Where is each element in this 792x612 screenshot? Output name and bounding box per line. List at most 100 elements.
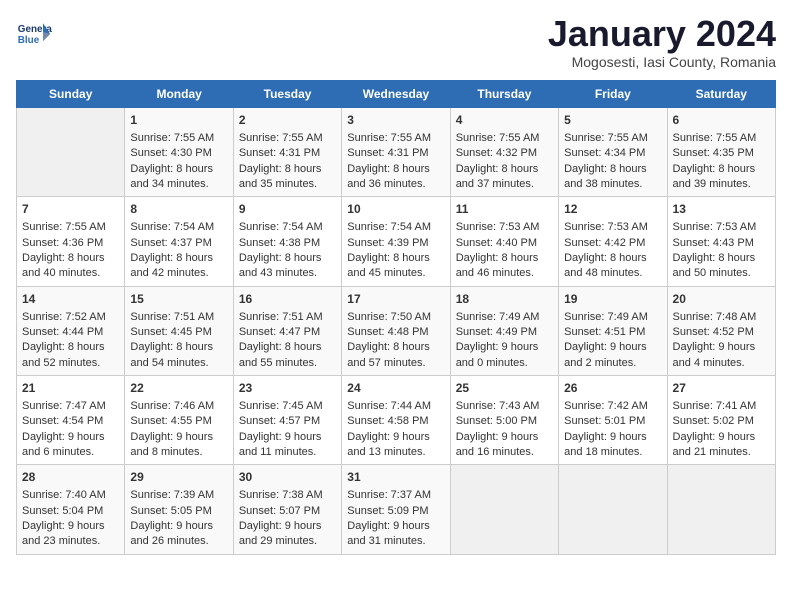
svg-text:Blue: Blue [18,35,40,46]
day-info: and 29 minutes. [239,534,336,549]
day-info: Daylight: 8 hours [22,340,119,355]
day-info: Daylight: 8 hours [347,251,444,266]
day-info: Sunrise: 7:41 AM [673,399,770,414]
day-info: Sunset: 4:31 PM [239,146,336,161]
day-info: Sunset: 5:01 PM [564,414,661,429]
calendar-cell: 24Sunrise: 7:44 AMSunset: 4:58 PMDayligh… [342,376,450,465]
calendar-cell: 27 Sunrise: 7:41 AMSunset: 5:02 PMDayligh… [667,376,775,465]
day-info: Daylight: 8 hours [673,251,770,266]
calendar-cell: 9Sunrise: 7:54 AMSunset: 4:38 PMDaylight… [233,197,341,286]
day-info: Daylight: 9 hours [564,340,661,355]
day-info: and 2 minutes. [564,356,661,371]
calendar-cell: 11Sunrise: 7:53 AMSunset: 4:40 PMDayligh… [450,197,558,286]
day-info: and 40 minutes. [22,266,119,281]
day-header-monday: Monday [125,81,233,108]
calendar-cell: 23Sunrise: 7:45 AMSunset: 4:57 PMDayligh… [233,376,341,465]
day-info: Sunset: 4:43 PM [673,236,770,251]
day-number: 31 [347,469,444,486]
day-info: Daylight: 8 hours [564,251,661,266]
day-info: and 16 minutes. [456,445,553,460]
day-info: Sunrise: 7:39 AM [130,488,227,503]
day-number: 27 [673,380,770,397]
day-info: Daylight: 9 hours [673,340,770,355]
day-number: 21 [22,380,119,397]
day-number: 17 [347,291,444,308]
day-info: and 23 minutes. [22,534,119,549]
day-info: Sunrise: 7:38 AM [239,488,336,503]
month-title: January 2024 [548,16,776,52]
day-info: Daylight: 9 hours [673,430,770,445]
day-info: and 43 minutes. [239,266,336,281]
day-info: Daylight: 8 hours [239,251,336,266]
day-info: Sunrise: 7:55 AM [130,131,227,146]
week-row-5: 28Sunrise: 7:40 AMSunset: 5:04 PMDayligh… [17,465,776,554]
day-header-thursday: Thursday [450,81,558,108]
day-info: Sunset: 4:49 PM [456,325,553,340]
day-number: 23 [239,380,336,397]
day-number: 5 [564,112,661,129]
day-info: and 45 minutes. [347,266,444,281]
location: Mogosesti, Iasi County, Romania [548,54,776,70]
calendar-cell: 26Sunrise: 7:42 AMSunset: 5:01 PMDayligh… [559,376,667,465]
day-number: 20 [673,291,770,308]
calendar-cell: 29Sunrise: 7:39 AMSunset: 5:05 PMDayligh… [125,465,233,554]
day-info: Sunrise: 7:51 AM [130,310,227,325]
day-info: Sunrise: 7:53 AM [564,220,661,235]
day-number: 26 [564,380,661,397]
day-info: Sunset: 4:57 PM [239,414,336,429]
calendar-cell [450,465,558,554]
day-info: Sunrise: 7:55 AM [239,131,336,146]
calendar-cell [17,108,125,197]
calendar-cell: 16Sunrise: 7:51 AMSunset: 4:47 PMDayligh… [233,286,341,375]
day-header-friday: Friday [559,81,667,108]
day-info: Sunrise: 7:49 AM [456,310,553,325]
day-number: 3 [347,112,444,129]
day-info: Sunset: 4:31 PM [347,146,444,161]
day-header-sunday: Sunday [17,81,125,108]
day-info: Sunrise: 7:42 AM [564,399,661,414]
day-info: Sunrise: 7:55 AM [456,131,553,146]
day-info: Daylight: 8 hours [673,162,770,177]
day-number: 24 [347,380,444,397]
day-number: 8 [130,201,227,218]
calendar-cell: 4Sunrise: 7:55 AMSunset: 4:32 PMDaylight… [450,108,558,197]
day-info: and 57 minutes. [347,356,444,371]
day-info: Daylight: 8 hours [456,162,553,177]
day-info: Sunset: 5:09 PM [347,504,444,519]
day-header-saturday: Saturday [667,81,775,108]
day-info: Sunset: 4:34 PM [564,146,661,161]
day-info: Sunset: 5:02 PM [673,414,770,429]
day-info: Sunrise: 7:54 AM [130,220,227,235]
day-info: Daylight: 8 hours [564,162,661,177]
day-info: and 54 minutes. [130,356,227,371]
day-info: Daylight: 9 hours [130,519,227,534]
calendar-cell: 18Sunrise: 7:49 AMSunset: 4:49 PMDayligh… [450,286,558,375]
day-info: Sunset: 4:35 PM [673,146,770,161]
day-info: Sunset: 4:48 PM [347,325,444,340]
calendar-cell: 17Sunrise: 7:50 AMSunset: 4:48 PMDayligh… [342,286,450,375]
day-number: 11 [456,201,553,218]
calendar-cell: 2Sunrise: 7:55 AMSunset: 4:31 PMDaylight… [233,108,341,197]
day-info: Sunset: 4:39 PM [347,236,444,251]
day-info: Sunset: 4:38 PM [239,236,336,251]
day-number: 1 [130,112,227,129]
day-info: and 36 minutes. [347,177,444,192]
week-row-3: 14Sunrise: 7:52 AMSunset: 4:44 PMDayligh… [17,286,776,375]
days-header-row: SundayMondayTuesdayWednesdayThursdayFrid… [17,81,776,108]
day-info: Daylight: 8 hours [130,340,227,355]
calendar-cell: 19Sunrise: 7:49 AMSunset: 4:51 PMDayligh… [559,286,667,375]
day-info: Sunrise: 7:51 AM [239,310,336,325]
calendar-cell: 15Sunrise: 7:51 AMSunset: 4:45 PMDayligh… [125,286,233,375]
day-header-tuesday: Tuesday [233,81,341,108]
week-row-1: 1Sunrise: 7:55 AMSunset: 4:30 PMDaylight… [17,108,776,197]
calendar-cell: 28Sunrise: 7:40 AMSunset: 5:04 PMDayligh… [17,465,125,554]
day-number: 15 [130,291,227,308]
day-info: Sunset: 4:47 PM [239,325,336,340]
day-info: Sunrise: 7:49 AM [564,310,661,325]
day-header-wednesday: Wednesday [342,81,450,108]
day-info: Sunset: 4:42 PM [564,236,661,251]
calendar-table: SundayMondayTuesdayWednesdayThursdayFrid… [16,80,776,555]
day-info: and 0 minutes. [456,356,553,371]
day-info: Sunset: 5:04 PM [22,504,119,519]
calendar-cell: 13Sunrise: 7:53 AMSunset: 4:43 PMDayligh… [667,197,775,286]
